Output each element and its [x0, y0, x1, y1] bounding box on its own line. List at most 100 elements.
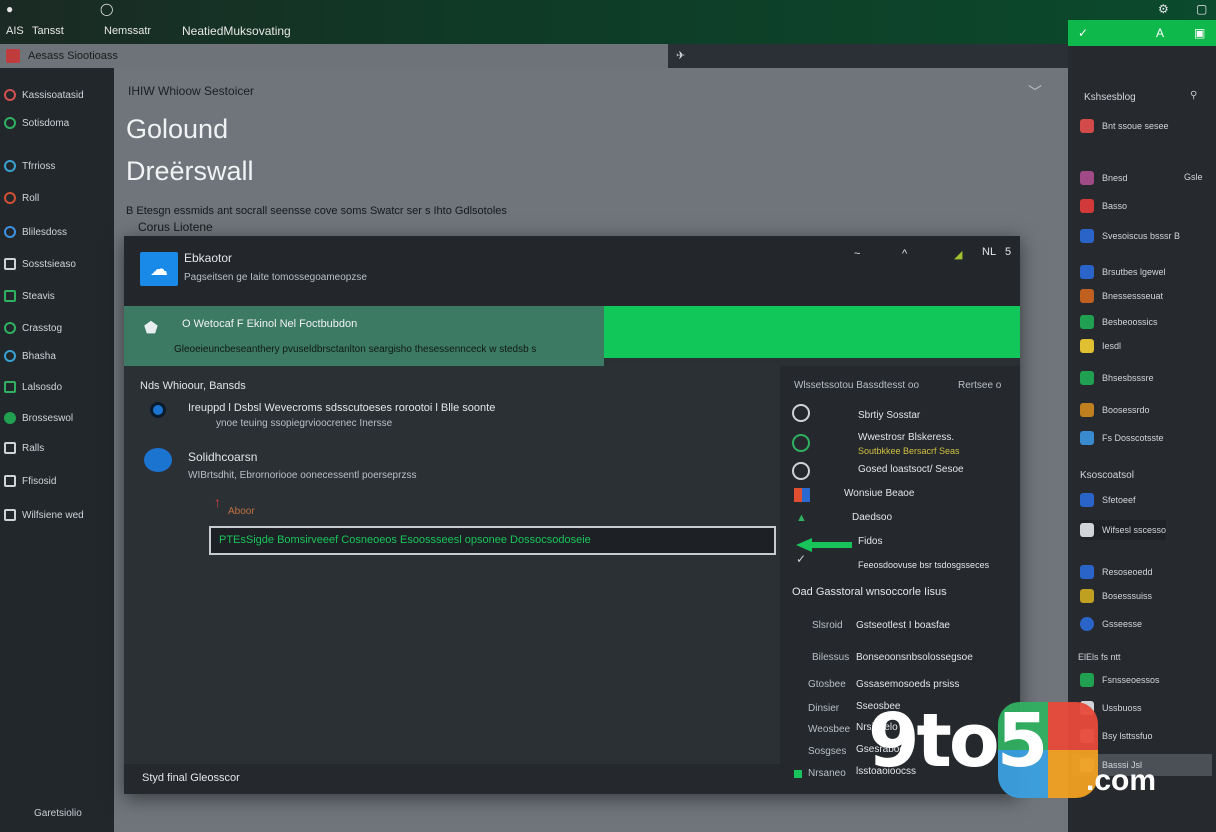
rp-item-7[interactable]: Iesdl — [1080, 336, 1121, 356]
rp-item-label: Fsnsseoessos — [1102, 675, 1160, 685]
app-icon — [1080, 523, 1094, 537]
minimize-icon[interactable]: ~ — [854, 248, 860, 260]
page-subdescription: Corus Liotene — [138, 220, 213, 234]
rp2-item-4[interactable]: Gsseesse — [1080, 614, 1142, 634]
sidebar-item-3[interactable]: Roll — [4, 187, 39, 209]
side-item-0[interactable]: Sbrtiy Sosstar — [858, 410, 920, 421]
rp-item-3[interactable]: Svesoiscus bsssr B — [1080, 226, 1180, 246]
app-icon — [4, 381, 16, 393]
clock-icon — [792, 404, 810, 422]
sidebar-item-10[interactable]: Brosseswol — [4, 407, 73, 429]
pin-icon[interactable]: ⚲ — [1190, 90, 1197, 101]
action-letter[interactable]: A — [1156, 26, 1164, 40]
new-tab-icon[interactable]: ✈ — [676, 49, 685, 62]
status-count: 5 — [1005, 246, 1012, 258]
sidebar-item-label: Sosstsieaso — [22, 258, 76, 270]
left-sidebar: Kassisoatasid Sotisdoma Tfrrioss Roll Bl… — [0, 68, 114, 832]
rp-item-10[interactable]: Fs Dosscotsste — [1080, 428, 1164, 448]
side-panel-header: Wlssetssotou Bassdtesst oo — [794, 380, 920, 391]
rp2-item-2[interactable]: Resoseoedd — [1080, 562, 1153, 582]
app-icon — [1080, 589, 1094, 603]
shield-icon: ⬟ — [144, 320, 158, 337]
banner-description: Gleoeieuncbeseanthery pvuseldbrsctanlton… — [174, 344, 537, 355]
footer-label[interactable]: Styd final Gleosscor — [142, 772, 240, 784]
sidebar-item-13[interactable]: Wilfsiene wed — [4, 504, 84, 526]
sidebar-item-6[interactable]: Steavis — [4, 285, 55, 307]
rp-item-8[interactable]: Bhsesbsssre — [1080, 368, 1154, 388]
sidebar-item-4[interactable]: Blilesdoss — [4, 221, 67, 243]
menu-icon[interactable]: ▢ — [1196, 2, 1207, 16]
tab-active[interactable]: Aesass Siootioass — [0, 44, 668, 68]
side2-right-1[interactable]: Bonseoonsnbsolossegsoe — [856, 652, 973, 663]
side-item-7[interactable]: Feeosdoovuse bsr tsdosgsseces — [858, 560, 989, 570]
rp-item-label: Bnesd — [1102, 173, 1128, 183]
rp-item-4[interactable]: Brsutbes lgewel — [1080, 262, 1166, 282]
side-panel-header-right[interactable]: Rertsee o — [958, 380, 1001, 391]
sidebar-item-1[interactable]: Sotisdoma — [4, 112, 69, 134]
page-icon — [4, 475, 16, 487]
browser-icon[interactable]: ● — [6, 2, 13, 16]
rp-item-1[interactable]: Bnesd — [1080, 168, 1128, 188]
side-item-6[interactable]: Fidos — [858, 536, 882, 547]
rp-item-9[interactable]: Boosessrdo — [1080, 400, 1150, 420]
sidebar-item-9[interactable]: Lalsosdo — [4, 376, 62, 398]
app-icon — [1080, 199, 1094, 213]
rp3-item-0[interactable]: Fsnsseoessos — [1080, 670, 1160, 690]
sidebar-item-5[interactable]: Sosstsieaso — [4, 253, 76, 275]
rp-item-0[interactable]: Bnt ssoue sesee — [1080, 116, 1169, 136]
check-icon[interactable]: ✓ — [1078, 26, 1088, 40]
app-icon — [1080, 339, 1094, 353]
expand-icon[interactable]: ▣ — [1194, 26, 1205, 40]
page-title-2: Dreërswall — [126, 156, 254, 186]
sidebar-item-8[interactable]: Bhasha — [4, 345, 56, 367]
sidebar-item-11[interactable]: Ralls — [4, 437, 44, 459]
rp-item-label: Svesoiscus bsssr B — [1102, 231, 1181, 241]
watermark-logo: 9to5 .com — [868, 698, 1208, 800]
sidebar-item-label: Roll — [22, 192, 40, 204]
sidebar-item-0[interactable]: Kassisoatasid — [4, 84, 84, 106]
action-strip[interactable]: ✓ A ▣ — [1068, 20, 1216, 46]
side-item-4[interactable]: Wonsiue Beaoe — [844, 488, 914, 499]
rp2-item-0[interactable]: Sfetoeef — [1080, 490, 1136, 510]
grid-icon — [4, 509, 16, 521]
banner-title: O Wetocaf F Ekinol Nel Foctbubdon — [182, 318, 358, 330]
arrow-icon — [4, 290, 16, 302]
menu-item-1[interactable]: Tansst — [32, 25, 64, 37]
side-item-1[interactable]: Wwestrosr Blskeress. — [858, 432, 954, 443]
rp-item-label: Resoseoedd — [1102, 567, 1153, 577]
rp-item-6[interactable]: Besbeoossics — [1080, 312, 1158, 332]
globe-icon — [4, 226, 16, 238]
sidebar-item-12[interactable]: Ffisosid — [4, 470, 56, 492]
sidebar-item-label: Crasstog — [22, 322, 63, 334]
row2-subtitle: WIBrtsdhit, Ebrornoriooe oonecessentl po… — [188, 470, 417, 481]
sidebar-item-label: Wilfsiene wed — [22, 509, 84, 521]
side-item-3[interactable]: Gosed loastsoct/ Sesoe — [858, 464, 964, 475]
side2-right-2[interactable]: Gssasemosoeds prsiss — [856, 679, 959, 690]
filter-input[interactable]: PTEsSigde Bomsirveeef Cosneoeos Esoossse… — [209, 526, 776, 555]
tab-label: Aesass Siootioass — [28, 50, 118, 62]
side2-right-0[interactable]: Gstseotlest I boasfae — [856, 620, 950, 631]
refresh-icon[interactable]: ◯ — [100, 2, 113, 16]
check-icon: ✓ — [796, 552, 807, 566]
settings-icon[interactable]: ⚙ — [1158, 2, 1169, 16]
rp-section: Ksoscoatsol — [1080, 470, 1134, 481]
rp2-item-1[interactable]: Wifsesl sscesso — [1080, 520, 1167, 540]
fire-icon — [4, 192, 16, 204]
rp-item-2[interactable]: Basso — [1080, 196, 1127, 216]
watermark-suffix: .com — [1086, 764, 1157, 797]
rp2-item-3[interactable]: Bosesssuiss — [1080, 586, 1152, 606]
side-item-5[interactable]: Daedsoo — [852, 512, 892, 523]
side2-left-1: Bilessus — [812, 652, 850, 663]
rp-item-5[interactable]: Bnessessseuat — [1080, 286, 1163, 306]
chevron-down-icon[interactable]: ﹀ — [1028, 82, 1042, 102]
bars-icon — [4, 442, 16, 454]
app-icon — [1080, 119, 1094, 133]
app-icon — [1080, 565, 1094, 579]
menu-item-2[interactable]: Nemssatr — [104, 25, 151, 37]
sidebar-item-2[interactable]: Tfrrioss — [4, 155, 55, 177]
sidebar-item-7[interactable]: Crasstog — [4, 317, 62, 339]
sidebar-footer[interactable]: Garetsiolio — [34, 808, 82, 819]
arrow-up-icon[interactable]: ^ — [902, 248, 907, 260]
sidebar-item-label: Lalsosdo — [22, 381, 63, 393]
ring-icon — [4, 322, 16, 334]
